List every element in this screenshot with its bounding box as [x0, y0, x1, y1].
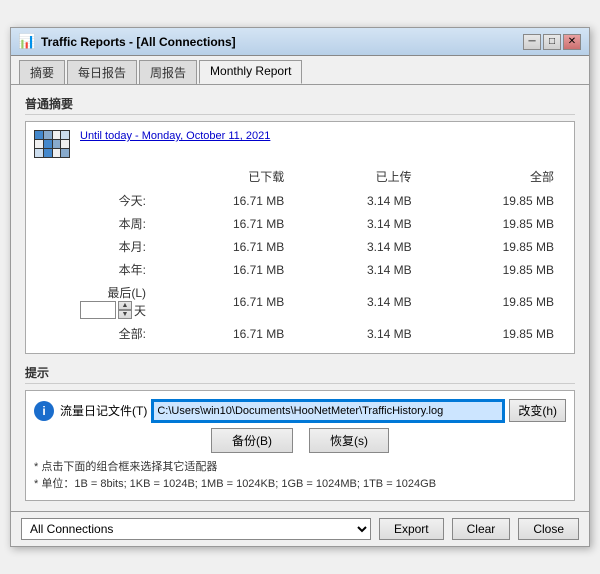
- window-controls: ─ □ ✕: [523, 34, 581, 50]
- last-download: 16.71 MB: [154, 281, 296, 322]
- today-total: 19.85 MB: [424, 189, 566, 212]
- last-total: 19.85 MB: [424, 281, 566, 322]
- main-window: 📊 Traffic Reports - [All Connections] ─ …: [10, 27, 590, 547]
- log-file-row: i 流量日记文件(T) 改变(h): [34, 399, 566, 422]
- action-buttons: 备份(B) 恢复(s): [34, 428, 566, 453]
- summary-box: Until today - Monday, October 11, 2021 已…: [25, 121, 575, 354]
- tab-weekly[interactable]: 周报告: [139, 60, 197, 84]
- spinner-down-button[interactable]: ▼: [118, 310, 132, 319]
- table-row-last: 最后(L) 30 ▲ ▼ 天 16.71 MB 3.14 MB: [34, 281, 566, 322]
- app-icon: 📊: [19, 34, 35, 50]
- stats-table: 已下载 已上传 全部 今天: 16.71 MB 3.14 MB 19.85 MB…: [34, 166, 566, 345]
- table-row: 本年: 16.71 MB 3.14 MB 19.85 MB: [34, 258, 566, 281]
- year-download: 16.71 MB: [154, 258, 296, 281]
- row-label-month: 本月:: [34, 235, 154, 258]
- info-icon: i: [34, 401, 54, 421]
- col-header-upload: 已上传: [296, 166, 423, 189]
- tip-note-1: * 点击下面的组合框来选择其它适配器: [34, 459, 566, 476]
- date-range-text[interactable]: Until today - Monday, October 11, 2021: [80, 130, 270, 142]
- tips-box: i 流量日记文件(T) 改变(h) 备份(B) 恢复(s) * 点击下面的组合框…: [25, 390, 575, 501]
- row-label-year: 本年:: [34, 258, 154, 281]
- tab-daily[interactable]: 每日报告: [67, 60, 137, 84]
- month-upload: 3.14 MB: [296, 235, 423, 258]
- table-row: 本周: 16.71 MB 3.14 MB 19.85 MB: [34, 212, 566, 235]
- connections-select[interactable]: All Connections: [21, 518, 371, 540]
- summary-icon: [34, 130, 70, 158]
- month-total: 19.85 MB: [424, 235, 566, 258]
- title-bar: 📊 Traffic Reports - [All Connections] ─ …: [11, 28, 589, 56]
- month-download: 16.71 MB: [154, 235, 296, 258]
- week-download: 16.71 MB: [154, 212, 296, 235]
- close-button[interactable]: Close: [518, 518, 579, 540]
- spinner-unit: 天: [134, 302, 146, 319]
- summary-section-title: 普通摘要: [25, 95, 575, 115]
- week-upload: 3.14 MB: [296, 212, 423, 235]
- footer: All Connections Export Clear Close: [11, 511, 589, 546]
- backup-button[interactable]: 备份(B): [211, 428, 293, 453]
- spinner-buttons: ▲ ▼: [118, 301, 132, 319]
- table-row: 全部: 16.71 MB 3.14 MB 19.85 MB: [34, 322, 566, 345]
- tip-note-2: * 单位：1B = 8bits; 1KB = 1024B; 1MB = 1024…: [34, 476, 566, 493]
- spinner-up-button[interactable]: ▲: [118, 301, 132, 310]
- today-download: 16.71 MB: [154, 189, 296, 212]
- year-upload: 3.14 MB: [296, 258, 423, 281]
- spinner-container: 30 ▲ ▼ 天: [80, 301, 146, 319]
- change-button[interactable]: 改变(h): [509, 399, 566, 422]
- grid-graphic: [34, 130, 70, 158]
- export-button[interactable]: Export: [379, 518, 444, 540]
- tab-monthly[interactable]: Monthly Report: [199, 60, 302, 84]
- tab-summary[interactable]: 摘要: [19, 60, 65, 84]
- tips-section-title: 提示: [25, 364, 575, 384]
- last-upload: 3.14 MB: [296, 281, 423, 322]
- row-label-last: 最后(L): [107, 286, 146, 300]
- window-title: Traffic Reports - [All Connections]: [41, 35, 523, 49]
- log-file-label: 流量日记文件(T): [60, 402, 147, 419]
- row-label-week: 本周:: [34, 212, 154, 235]
- table-row: 今天: 16.71 MB 3.14 MB 19.85 MB: [34, 189, 566, 212]
- tab-bar: 摘要 每日报告 周报告 Monthly Report: [11, 56, 589, 85]
- all-total: 19.85 MB: [424, 322, 566, 345]
- year-total: 19.85 MB: [424, 258, 566, 281]
- minimize-button[interactable]: ─: [523, 34, 541, 50]
- row-label-today: 今天:: [34, 189, 154, 212]
- tips-notes: * 点击下面的组合框来选择其它适配器 * 单位：1B = 8bits; 1KB …: [34, 459, 566, 492]
- log-path-input[interactable]: [153, 401, 503, 421]
- clear-button[interactable]: Clear: [452, 518, 511, 540]
- col-header-download: 已下载: [154, 166, 296, 189]
- content-area: 普通摘要: [11, 85, 589, 511]
- tips-section: 提示 i 流量日记文件(T) 改变(h) 备份(B) 恢复(s) * 点击下面的…: [25, 364, 575, 501]
- days-spinner-input[interactable]: 30: [80, 301, 116, 319]
- today-upload: 3.14 MB: [296, 189, 423, 212]
- restore-button[interactable]: 恢复(s): [309, 428, 389, 453]
- week-total: 19.85 MB: [424, 212, 566, 235]
- maximize-button[interactable]: □: [543, 34, 561, 50]
- table-row: 本月: 16.71 MB 3.14 MB 19.85 MB: [34, 235, 566, 258]
- row-label-all: 全部:: [34, 322, 154, 345]
- all-download: 16.71 MB: [154, 322, 296, 345]
- summary-header: Until today - Monday, October 11, 2021: [34, 130, 566, 158]
- col-header-total: 全部: [424, 166, 566, 189]
- close-window-button[interactable]: ✕: [563, 34, 581, 50]
- all-upload: 3.14 MB: [296, 322, 423, 345]
